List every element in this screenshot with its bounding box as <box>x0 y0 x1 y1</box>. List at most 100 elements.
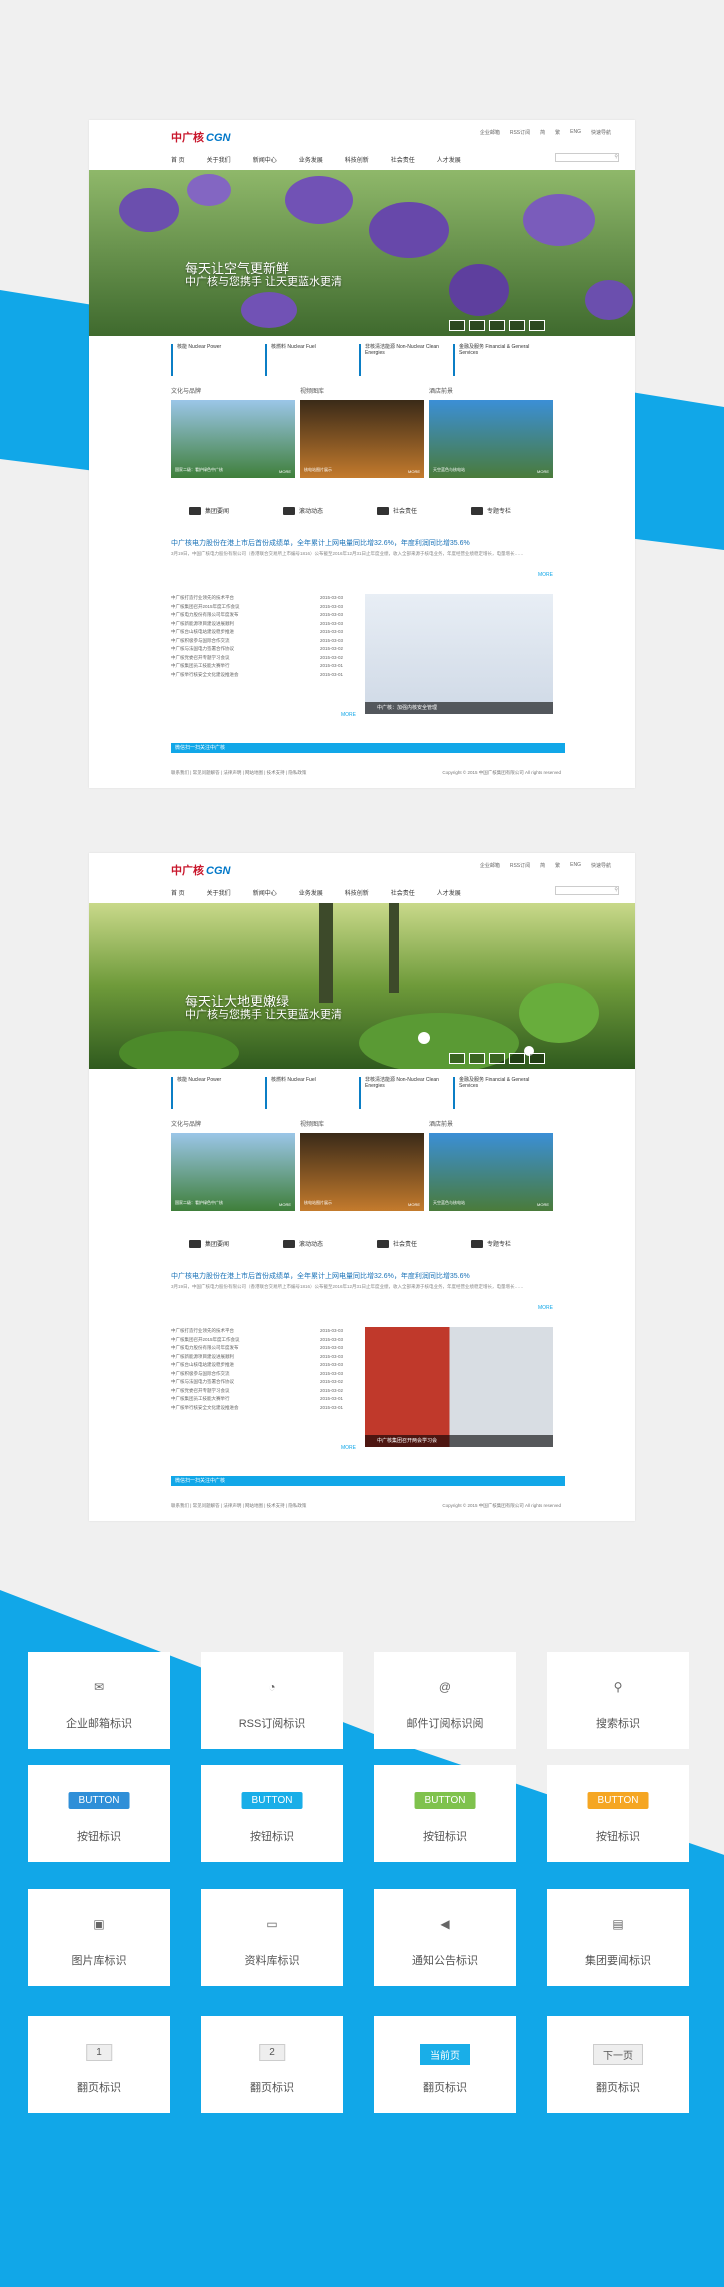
more-link[interactable]: MORE <box>408 1202 420 1207</box>
folder-icon[interactable]: ▭ <box>201 1917 343 1931</box>
section-culture[interactable]: 文化与品牌 <box>171 1119 201 1128</box>
featured-image-meeting[interactable]: 中广核集团召开两会学习会 <box>365 1327 553 1447</box>
news-title[interactable]: 中广核台山核电站建设稳步推进 <box>171 629 234 638</box>
photo-structure[interactable]: 核电站图片展示 MORE <box>300 1133 424 1211</box>
search-input[interactable]: ⚲ <box>555 153 619 162</box>
news-item[interactable]: 中广核新能源项目建设进展顺利 2015-03-03 <box>171 621 343 630</box>
news-title[interactable]: 中广核积极参与国际合作交流 <box>171 1371 230 1380</box>
image-icon[interactable]: ▣ <box>28 1917 170 1931</box>
hero-thumb[interactable] <box>449 320 465 331</box>
quick-topics[interactable]: 专题专栏 <box>471 1239 511 1249</box>
more-link[interactable]: MORE <box>341 1445 356 1451</box>
sample-button[interactable]: BUTTON <box>587 1792 649 1809</box>
hero-thumb[interactable] <box>489 1053 505 1064</box>
news-title[interactable]: 中广核与法国电力签署合作协议 <box>171 646 234 655</box>
news-title[interactable]: 中广核党委召开专题学习会议 <box>171 1388 230 1397</box>
search-icon[interactable]: ⚲ <box>547 1680 689 1694</box>
hero-thumb[interactable] <box>529 1053 545 1064</box>
logo[interactable]: 中广核 CGN <box>171 129 230 145</box>
more-link[interactable]: MORE <box>537 1202 549 1207</box>
biz-nuclear-power[interactable]: 核能 Nuclear Power <box>171 1077 257 1109</box>
pagination-button[interactable]: 1 <box>86 2044 112 2061</box>
news-item[interactable]: 中广核集团员工技能大赛举行 2015-03-01 <box>171 1396 343 1405</box>
hero-thumb[interactable] <box>469 320 485 331</box>
footer-link-row[interactable]: 联系我们 | 常见问题解答 | 法律声明 | 网站地图 | 技术支持 | 隐私政… <box>171 770 306 776</box>
pagination-button[interactable]: 下一页 <box>593 2044 643 2065</box>
top-link-sc[interactable]: 简 <box>540 862 545 869</box>
speaker-icon[interactable]: ◀ <box>374 1917 516 1931</box>
news-title[interactable]: 中广核集团员工技能大赛举行 <box>171 663 230 672</box>
news-item[interactable]: 中广核集团召开2015年度工作会议 2015-03-03 <box>171 604 343 613</box>
news-title[interactable]: 中广核集团召开2015年度工作会议 <box>171 1337 240 1346</box>
newspaper-icon[interactable]: ▤ <box>547 1917 689 1931</box>
nav-home[interactable]: 首 页 <box>171 155 185 164</box>
top-link-tc[interactable]: 繁 <box>555 862 560 869</box>
biz-nuclear-fuel[interactable]: 核燃料 Nuclear Fuel <box>265 344 351 376</box>
photo-sky[interactable]: 天空蓝色与核电站 MORE <box>429 1133 553 1211</box>
news-title[interactable]: 中广核台山核电站建设稳步推进 <box>171 1362 234 1371</box>
section-video[interactable]: 视频图库 <box>300 386 324 395</box>
news-title[interactable]: 中广核举行核安全文化建设推进会 <box>171 1405 239 1414</box>
envelope-icon[interactable]: ✉ <box>28 1680 170 1694</box>
quick-csr[interactable]: 社会责任 <box>377 1239 417 1249</box>
news-item[interactable]: 中广核打造行业领先的技术平台 2015-03-03 <box>171 1328 343 1337</box>
more-link[interactable]: MORE <box>279 469 291 474</box>
quick-group-news[interactable]: 集团要闻 <box>189 506 229 516</box>
top-link-mail[interactable]: 企业邮箱 <box>480 129 500 136</box>
section-hotel[interactable]: 酒店前景 <box>429 386 453 395</box>
news-title[interactable]: 中广核集团召开2015年度工作会议 <box>171 604 240 613</box>
quick-topics[interactable]: 专题专栏 <box>471 506 511 516</box>
biz-nuclear-fuel[interactable]: 核燃料 Nuclear Fuel <box>265 1077 351 1109</box>
nav-business[interactable]: 业务发展 <box>299 155 323 164</box>
news-title[interactable]: 中广核打造行业领先的技术平台 <box>171 595 234 604</box>
news-item[interactable]: 中广核党委召开专题学习会议 2015-03-02 <box>171 1388 343 1397</box>
news-headline[interactable]: 中广核电力股份在港上市后首份成绩单，全年累计上网电量同比增32.6%，年度利润同… <box>171 1271 470 1281</box>
section-video[interactable]: 视频图库 <box>300 1119 324 1128</box>
news-item[interactable]: 中广核电力股份有限公司年度发布 2015-03-03 <box>171 1345 343 1354</box>
hero-thumb[interactable] <box>509 320 525 331</box>
news-item[interactable]: 中广核积极参与国际合作交流 2015-03-03 <box>171 1371 343 1380</box>
section-hotel[interactable]: 酒店前景 <box>429 1119 453 1128</box>
more-link[interactable]: MORE <box>537 469 549 474</box>
hero-thumb[interactable] <box>509 1053 525 1064</box>
biz-clean-energy[interactable]: 非核清洁能源 Non-Nuclear Clean Energies <box>359 1077 445 1109</box>
nav-tech[interactable]: 科技创新 <box>345 888 369 897</box>
news-item[interactable]: 中广核台山核电站建设稳步推进 2015-03-03 <box>171 629 343 638</box>
nav-home[interactable]: 首 页 <box>171 888 185 897</box>
more-link[interactable]: MORE <box>408 469 420 474</box>
news-title[interactable]: 中广核举行核安全文化建设推进会 <box>171 672 239 681</box>
top-link-eng[interactable]: ENG <box>570 129 581 136</box>
top-link-quicknav[interactable]: 快速导航 <box>591 129 611 136</box>
sample-button[interactable]: BUTTON <box>241 1792 303 1809</box>
photo-sky[interactable]: 天空蓝色与核电站 MORE <box>429 400 553 478</box>
nav-news[interactable]: 新闻中心 <box>253 155 277 164</box>
search-input[interactable]: ⚲ <box>555 886 619 895</box>
nav-tech[interactable]: 科技创新 <box>345 155 369 164</box>
news-item[interactable]: 中广核集团召开2015年度工作会议 2015-03-03 <box>171 1337 343 1346</box>
biz-clean-energy[interactable]: 非核清洁能源 Non-Nuclear Clean Energies <box>359 344 445 376</box>
news-item[interactable]: 中广核与法国电力签署合作协议 2015-03-02 <box>171 1379 343 1388</box>
news-item[interactable]: 中广核举行核安全文化建设推进会 2015-03-01 <box>171 1405 343 1414</box>
news-title[interactable]: 中广核电力股份有限公司年度发布 <box>171 612 239 621</box>
news-title[interactable]: 中广核新能源项目建设进展顺利 <box>171 1354 234 1363</box>
hero-thumb[interactable] <box>469 1053 485 1064</box>
quick-rolling[interactable]: 滚动动态 <box>283 506 323 516</box>
biz-nuclear-power[interactable]: 核能 Nuclear Power <box>171 344 257 376</box>
top-link-quicknav[interactable]: 快速导航 <box>591 862 611 869</box>
news-item[interactable]: 中广核积极参与国际合作交流 2015-03-03 <box>171 638 343 647</box>
at-icon[interactable]: @ <box>374 1680 516 1694</box>
top-link-tc[interactable]: 繁 <box>555 129 560 136</box>
hero-thumb[interactable] <box>529 320 545 331</box>
hero-thumb[interactable] <box>449 1053 465 1064</box>
news-item[interactable]: 中广核打造行业领先的技术平台 2015-03-03 <box>171 595 343 604</box>
photo-tree[interactable]: 国家二级：看护绿色中广核 MORE <box>171 1133 295 1211</box>
sample-button[interactable]: BUTTON <box>414 1792 476 1809</box>
news-item[interactable]: 中广核台山核电站建设稳步推进 2015-03-03 <box>171 1362 343 1371</box>
search-icon[interactable]: ⚲ <box>614 154 618 160</box>
news-item[interactable]: 中广核党委召开专题学习会议 2015-03-02 <box>171 655 343 664</box>
nav-about[interactable]: 关于我们 <box>207 888 231 897</box>
nav-csr[interactable]: 社会责任 <box>391 888 415 897</box>
featured-image-calligraphy[interactable]: 中广核：加强内核安全管理 <box>365 594 553 714</box>
quick-csr[interactable]: 社会责任 <box>377 506 417 516</box>
logo[interactable]: 中广核 CGN <box>171 862 230 878</box>
